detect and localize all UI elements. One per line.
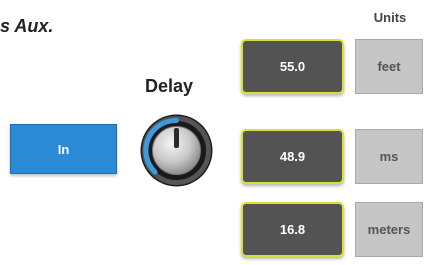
delay-value-ms[interactable]: 48.9	[241, 129, 344, 184]
delay-value-feet[interactable]: 55.0	[241, 39, 344, 94]
delay-label: Delay	[145, 76, 194, 96]
section-heading: s Aux.	[0, 16, 54, 36]
knob-pointer	[174, 128, 179, 148]
delay-in-button[interactable]: In	[10, 124, 117, 174]
delay-value-meters[interactable]: 16.8	[241, 202, 344, 257]
units-header: Units	[373, 10, 407, 25]
delay-knob[interactable]	[139, 113, 214, 188]
unit-button-meters[interactable]: meters	[355, 202, 423, 257]
unit-button-feet[interactable]: feet	[355, 39, 423, 94]
unit-button-ms[interactable]: ms	[355, 129, 423, 184]
